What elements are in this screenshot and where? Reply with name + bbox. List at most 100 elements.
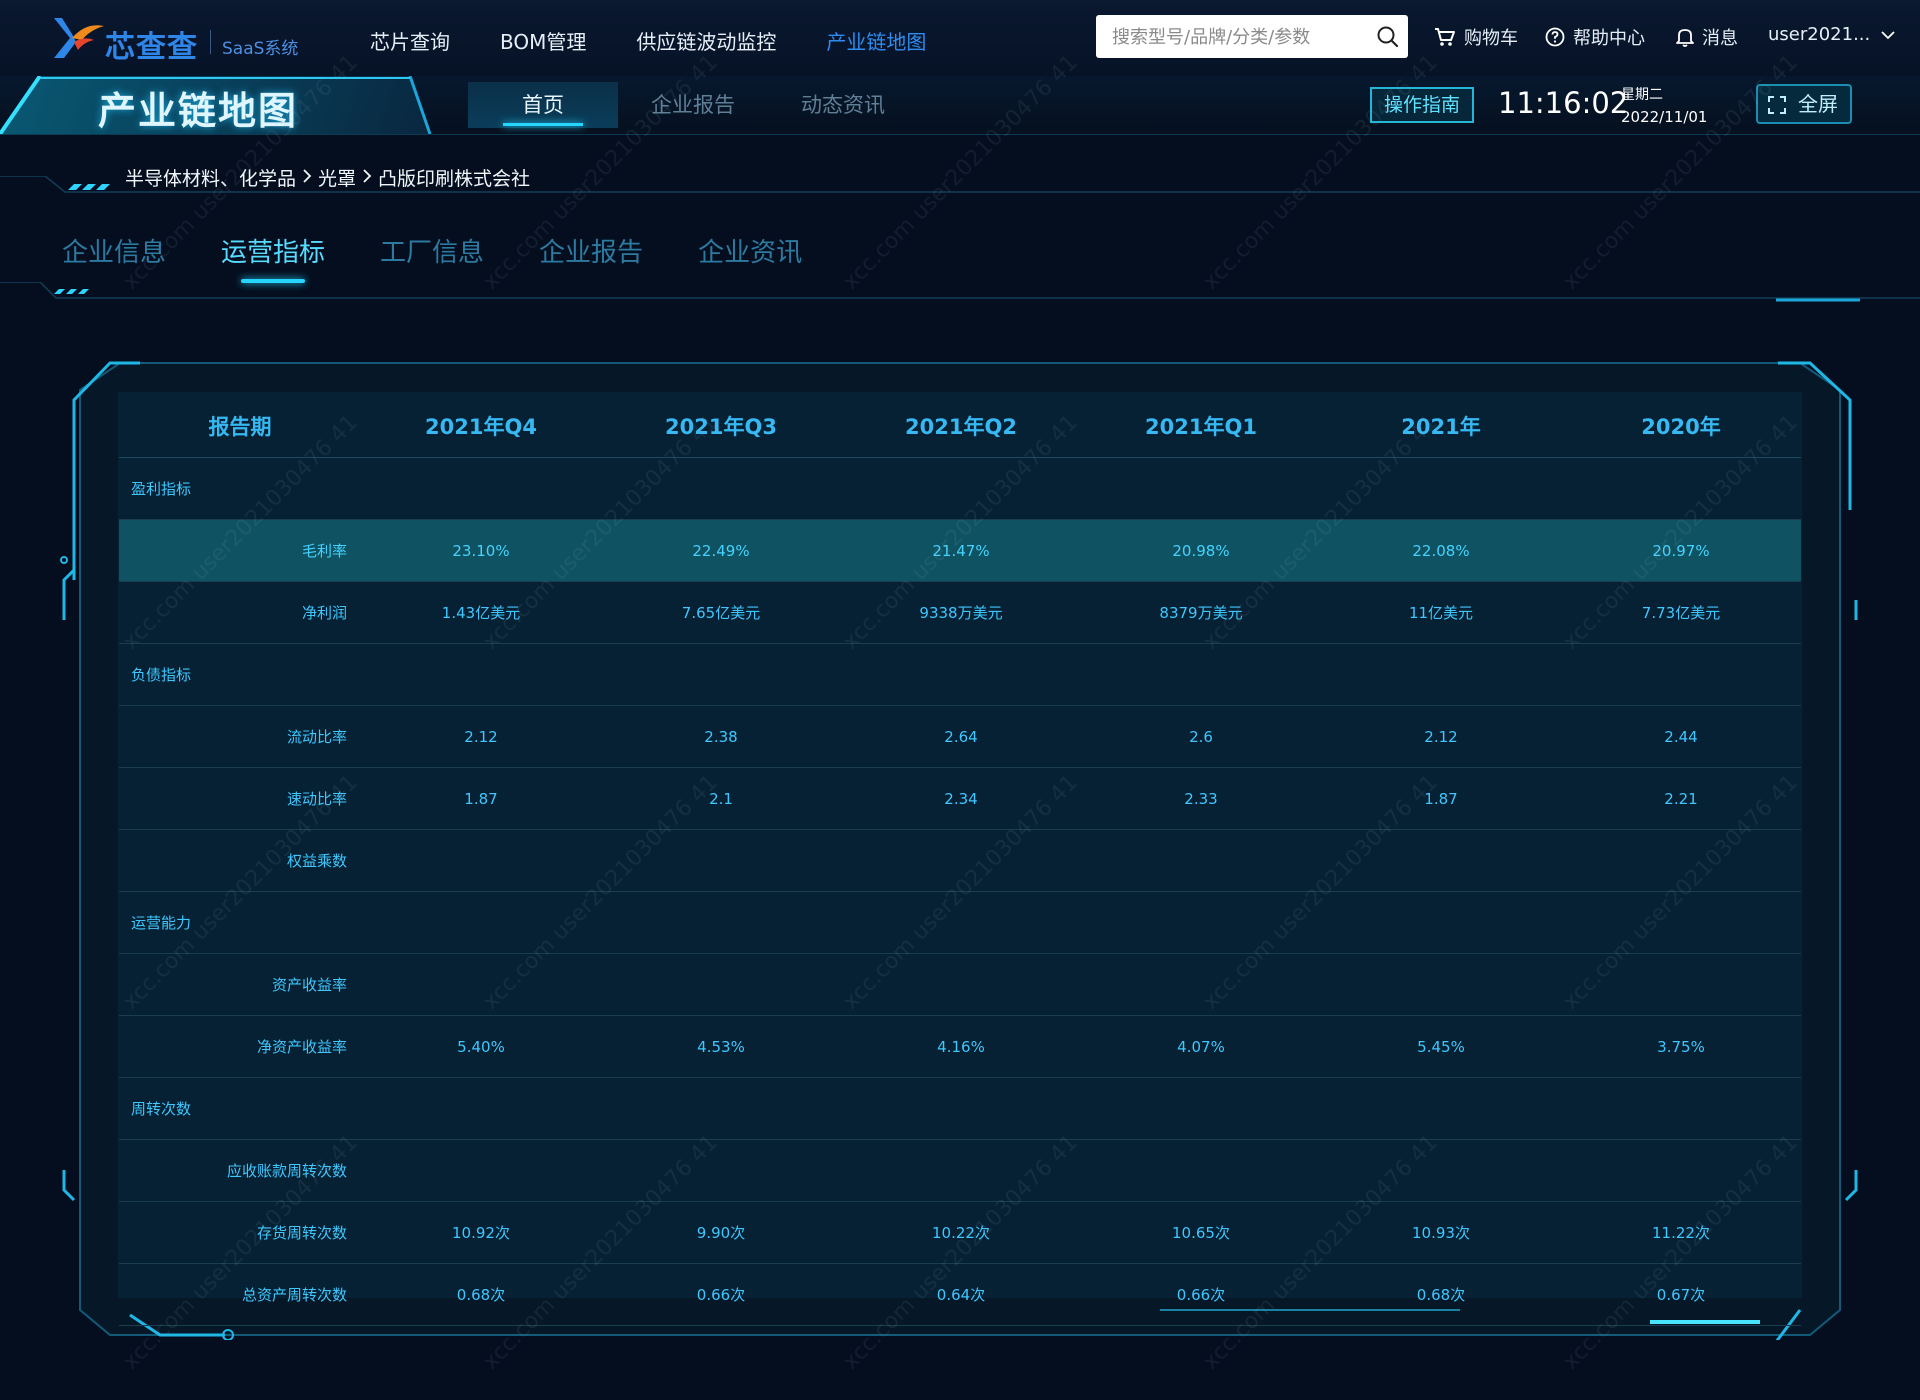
menu-item-bom[interactable]: BOM管理: [500, 26, 586, 55]
search-icon[interactable]: [1376, 25, 1400, 49]
table-cell: [1081, 457, 1321, 520]
column-header: 2021年Q1: [1081, 395, 1321, 458]
table-cell: 0.68次: [361, 1263, 601, 1326]
table-cell: 2.33: [1081, 767, 1321, 830]
table-cell: 2.6: [1081, 705, 1321, 768]
fullscreen-label: 全屏: [1798, 92, 1838, 116]
row-label: 存货周转次数: [119, 1201, 361, 1264]
table-cell: [361, 953, 601, 1016]
table-cell: [361, 1077, 601, 1140]
table-cell: 1.87: [1321, 767, 1561, 830]
table-cell: [1561, 643, 1801, 706]
table-cell: 9338万美元: [841, 581, 1081, 644]
table-cell: [1561, 829, 1801, 892]
table-cell: [1081, 829, 1321, 892]
tab-company-info[interactable]: 企业信息: [62, 232, 166, 269]
table-header-row: 报告期 2021年Q4 2021年Q3 2021年Q2 2021年Q1 2021…: [119, 395, 1801, 458]
search-box: [1096, 15, 1408, 58]
table-group-row: 周转次数: [119, 1077, 1801, 1140]
table-row: 毛利率 23.10% 22.49% 21.47% 20.98% 22.08% 20.97%: [119, 519, 1801, 582]
bell-icon: [1676, 29, 1694, 47]
tab-company-news[interactable]: 企业资讯: [698, 232, 802, 269]
table-cell: 4.16%: [841, 1015, 1081, 1078]
row-label: 权益乘数: [119, 829, 361, 892]
user-menu[interactable]: user2021...: [1768, 24, 1896, 45]
brand-name: 芯查查: [105, 30, 198, 65]
table-cell: 23.10%: [361, 519, 601, 582]
table-cell: 0.66次: [1081, 1263, 1321, 1326]
table-cell: [841, 643, 1081, 706]
table-cell: 22.08%: [1321, 519, 1561, 582]
group-label: 运营能力: [119, 891, 361, 954]
breadcrumb-item[interactable]: 光罩: [318, 164, 356, 191]
table-cell: 1.43亿美元: [361, 581, 601, 644]
table-cell: [1561, 457, 1801, 520]
menu-item-chip-search[interactable]: 芯片查询: [370, 26, 450, 55]
clock-time: 11:16:02: [1498, 86, 1629, 120]
fullscreen-button[interactable]: 全屏: [1756, 84, 1852, 124]
table-cell: [601, 829, 841, 892]
table-cell: [1081, 643, 1321, 706]
table-cell: [601, 953, 841, 1016]
search-input[interactable]: [1110, 23, 1364, 51]
table-cell: [1321, 829, 1561, 892]
table-cell: [1561, 891, 1801, 954]
column-header: 2020年: [1561, 395, 1801, 458]
table-cell: [841, 457, 1081, 520]
brand-subtitle: SaaS系统: [222, 39, 299, 59]
operating-metrics-table: 报告期 2021年Q4 2021年Q3 2021年Q2 2021年Q1 2021…: [119, 395, 1801, 1326]
column-header: 2021年: [1321, 395, 1561, 458]
table-cell: 4.53%: [601, 1015, 841, 1078]
column-header: 2021年Q4: [361, 395, 601, 458]
clock-weekday: 星期二: [1621, 87, 1663, 103]
table-cell: 10.65次: [1081, 1201, 1321, 1264]
table-cell: 2.34: [841, 767, 1081, 830]
cart-button[interactable]: 购物车: [1434, 24, 1518, 50]
row-label: 净利润: [119, 581, 361, 644]
table-cell: [1321, 953, 1561, 1016]
tab-news[interactable]: 动态资讯: [768, 82, 918, 128]
operation-guide-button[interactable]: 操作指南: [1370, 87, 1474, 123]
column-header: 2021年Q2: [841, 395, 1081, 458]
table-cell: [361, 1139, 601, 1202]
breadcrumb-item[interactable]: 半导体材料、化学品: [125, 164, 296, 191]
help-center-label: 帮助中心: [1573, 28, 1645, 49]
tab-company-report[interactable]: 企业报告: [539, 232, 643, 269]
column-header: 2021年Q3: [601, 395, 841, 458]
table-row: 总资产周转次数 0.68次 0.66次 0.64次 0.66次 0.68次 0.67次: [119, 1263, 1801, 1326]
main-menu: 芯片查询 BOM管理 供应链波动监控 产业链地图: [370, 26, 976, 55]
table-cell: [601, 457, 841, 520]
table-cell: [841, 1077, 1081, 1140]
table-cell: 2.64: [841, 705, 1081, 768]
group-label: 负债指标: [119, 643, 361, 706]
table-cell: 3.75%: [1561, 1015, 1801, 1078]
cart-icon: [1435, 28, 1455, 46]
help-center-button[interactable]: 帮助中心: [1545, 24, 1645, 50]
table-group-row: 运营能力: [119, 891, 1801, 954]
table-row: 应收账款周转次数: [119, 1139, 1801, 1202]
tab-home[interactable]: 首页: [468, 82, 618, 128]
table-cell: 11.22次: [1561, 1201, 1801, 1264]
table-cell: 8379万美元: [1081, 581, 1321, 644]
row-label: 毛利率: [119, 519, 361, 582]
table-cell: [361, 457, 601, 520]
table-cell: 4.07%: [1081, 1015, 1321, 1078]
messages-button[interactable]: 消息: [1676, 24, 1738, 50]
tab-operating-metrics[interactable]: 运营指标: [221, 232, 325, 283]
tab-factory-info[interactable]: 工厂信息: [380, 232, 484, 269]
table-row: 速动比率 1.87 2.1 2.34 2.33 1.87 2.21: [119, 767, 1801, 830]
table-cell: [841, 829, 1081, 892]
table-cell: [841, 891, 1081, 954]
table-cell: 2.12: [1321, 705, 1561, 768]
table-cell: 2.1: [601, 767, 841, 830]
table-row: 存货周转次数 10.92次 9.90次 10.22次 10.65次 10.93次 11.22…: [119, 1201, 1801, 1264]
table-group-row: 负债指标: [119, 643, 1801, 706]
tab-company-report[interactable]: 企业报告: [618, 82, 768, 128]
table-row: 资产收益率: [119, 953, 1801, 1016]
logo[interactable]: 芯查查 SaaS系统: [50, 14, 310, 65]
table-cell: [841, 1139, 1081, 1202]
menu-item-supply-chain-monitor[interactable]: 供应链波动监控: [636, 26, 776, 55]
row-label: 速动比率: [119, 767, 361, 830]
menu-item-industry-map[interactable]: 产业链地图: [826, 26, 926, 55]
subheader-tabs: 首页 企业报告 动态资讯: [468, 82, 918, 128]
